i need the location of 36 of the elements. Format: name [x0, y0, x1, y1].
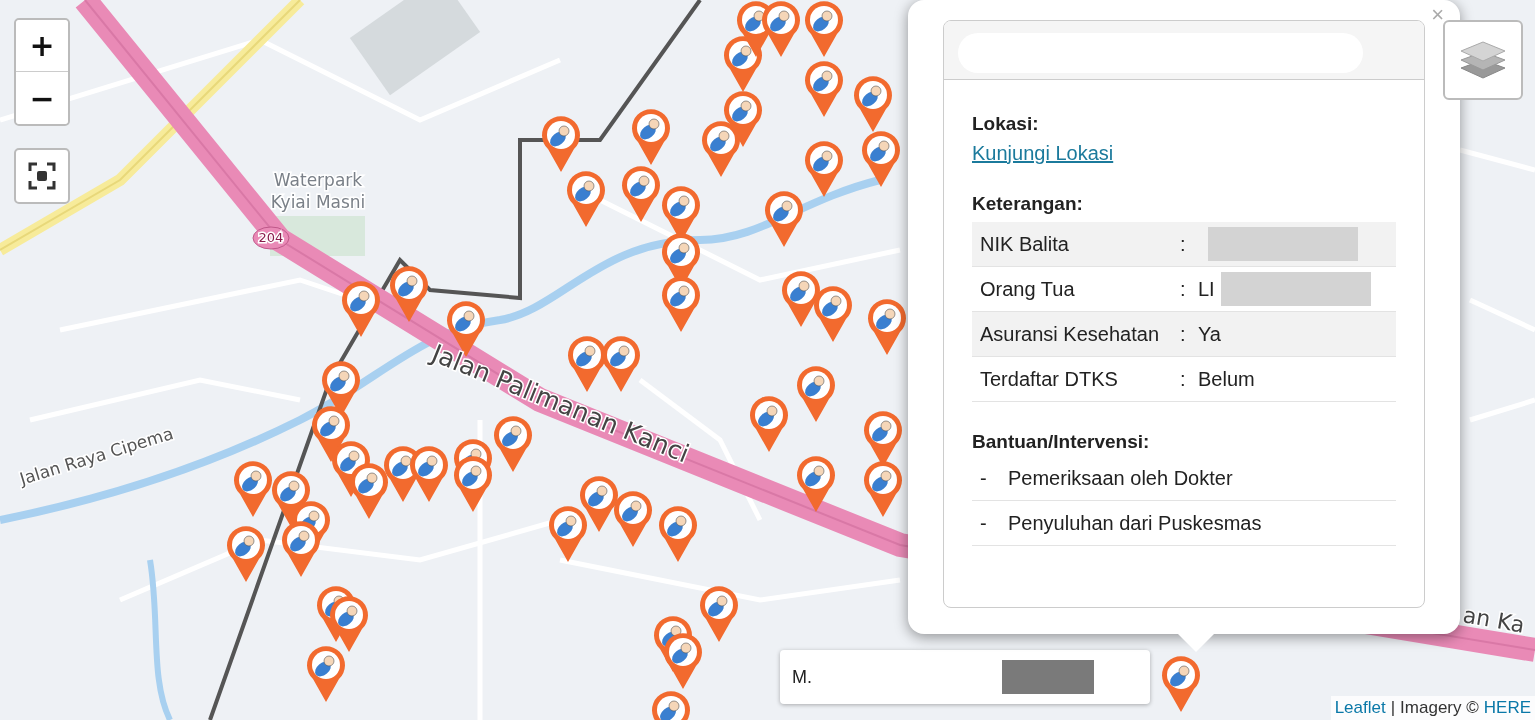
baby-map-pin-icon[interactable] — [1162, 656, 1200, 712]
fullscreen-button[interactable] — [14, 148, 70, 204]
attribution-text: Imagery © — [1400, 698, 1479, 718]
fullscreen-icon — [27, 161, 57, 191]
attribution-text: | — [1390, 698, 1396, 718]
tooltip-text: M. — [792, 666, 812, 688]
intervention-text: Pemeriksaan oleh Dokter — [1008, 466, 1233, 490]
map-markers-drawing[interactable] — [227, 1, 906, 720]
section-heading: Lokasi: — [972, 112, 1040, 136]
bullet-text: - — [980, 466, 988, 490]
route-shield-icon — [252, 226, 290, 250]
street-label: Jalan Raya Cipema — [17, 423, 176, 489]
section-heading: Bantuan/Intervensi: — [972, 430, 1151, 454]
detail-value: LI — [1198, 277, 1215, 301]
separator-text: : — [1180, 232, 1187, 256]
detail-label: NIK Balita — [980, 232, 1070, 256]
detail-label: Terdaftar DTKS — [980, 367, 1119, 391]
street-label: an Ka — [1461, 602, 1527, 638]
layers-button[interactable] — [1443, 20, 1523, 100]
place-label: Kyiai Masni — [270, 192, 366, 212]
separator-text: : — [1180, 367, 1187, 391]
section-heading: Keterangan: — [972, 192, 1084, 216]
separator-text: : — [1180, 277, 1187, 301]
zoom-in-button[interactable]: + — [16, 20, 68, 72]
attribution-link[interactable]: Leaflet — [1334, 698, 1386, 718]
detail-value: Ya — [1198, 322, 1221, 346]
route-number: 204 — [258, 230, 284, 245]
intervention-text: Penyuluhan dari Puskesmas — [1008, 511, 1262, 535]
bullet-text: - — [980, 511, 988, 535]
detail-label: Orang Tua — [980, 277, 1076, 301]
visit-location-link[interactable]: Kunjungi Lokasi — [972, 142, 1114, 164]
separator-text: : — [1180, 322, 1187, 346]
attribution-link[interactable]: HERE — [1483, 698, 1531, 718]
detail-value: Belum — [1198, 367, 1255, 391]
detail-label: Asuransi Kesehatan — [980, 322, 1160, 346]
place-label: Waterpark — [273, 170, 363, 190]
